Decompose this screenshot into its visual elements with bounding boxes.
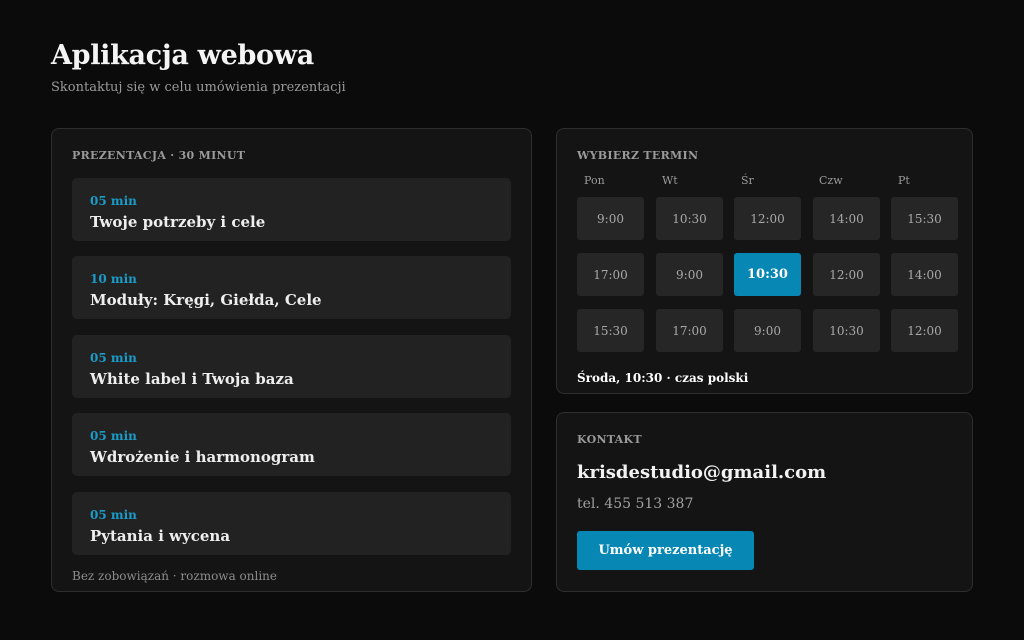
time-slot[interactable]: 14:00 [813,197,880,240]
time-slot[interactable]: 9:00 [656,253,723,296]
day-header-mon: Pon [584,174,605,187]
day-header-fri: Pt [898,174,910,187]
agenda-item: 10 min Moduły: Kręgi, Giełda, Cele [72,256,511,319]
contact-phone: tel. 455 513 387 [577,496,694,512]
agenda-item: 05 min Wdrożenie i harmonogram [72,413,511,476]
agenda-item-duration: 05 min [90,351,137,365]
time-slot-selected[interactable]: 10:30 [734,253,801,296]
time-slot[interactable]: 15:30 [891,197,958,240]
schedule-card: WYBIERZ TERMIN Pon Wt Śr Czw Pt 9:00 10:… [556,128,973,394]
agenda-item-duration: 05 min [90,508,137,522]
time-slot[interactable]: 12:00 [813,253,880,296]
time-slot[interactable]: 9:00 [734,309,801,352]
agenda-item-title: Pytania i wycena [90,527,231,545]
agenda-label: PREZENTACJA · 30 MINUT [72,149,246,162]
agenda-item-title: Wdrożenie i harmonogram [90,448,315,466]
agenda-item-title: Twoje potrzeby i cele [90,213,266,231]
time-slot[interactable]: 17:00 [656,309,723,352]
agenda-item-duration: 05 min [90,194,137,208]
schedule-label: WYBIERZ TERMIN [577,149,699,162]
time-slot[interactable]: 17:00 [577,253,644,296]
time-slot[interactable]: 10:30 [813,309,880,352]
agenda-item-duration: 05 min [90,429,137,443]
contact-card: KONTAKT krisdestudio@gmail.com tel. 455 … [556,412,973,592]
agenda-item: 05 min Twoje potrzeby i cele [72,178,511,241]
day-header-tue: Wt [662,174,678,187]
agenda-item-title: Moduły: Kręgi, Giełda, Cele [90,291,322,309]
day-header-thu: Czw [819,174,843,187]
agenda-item-title: White label i Twoja baza [90,370,294,388]
time-slot[interactable]: 12:00 [734,197,801,240]
page-title: Aplikacja webowa [51,40,314,71]
time-slot[interactable]: 9:00 [577,197,644,240]
agenda-footnote: Bez zobowiązań · rozmowa online [72,569,278,583]
time-slot[interactable]: 10:30 [656,197,723,240]
agenda-item-duration: 10 min [90,272,137,286]
time-slot[interactable]: 15:30 [577,309,644,352]
schedule-presentation-button[interactable]: Umów prezentację [577,531,754,570]
page-subtitle: Skontaktuj się w celu umówienia prezenta… [51,80,346,95]
contact-label: KONTAKT [577,433,642,446]
selected-time-summary: Środa, 10:30 · czas polski [577,371,749,385]
time-slot[interactable]: 14:00 [891,253,958,296]
day-header-wed: Śr [741,174,754,187]
agenda-card: PREZENTACJA · 30 MINUT 05 min Twoje potr… [51,128,532,592]
time-slot[interactable]: 12:00 [891,309,958,352]
contact-email[interactable]: krisdestudio@gmail.com [577,462,826,483]
agenda-item: 05 min White label i Twoja baza [72,335,511,398]
agenda-item: 05 min Pytania i wycena [72,492,511,555]
